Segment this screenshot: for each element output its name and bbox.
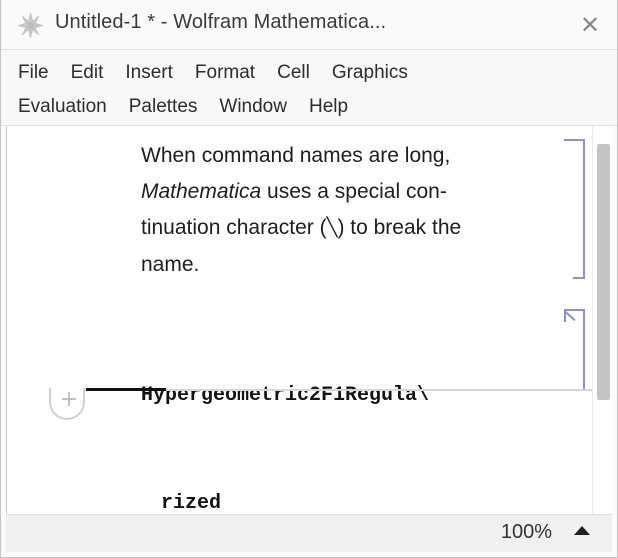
vertical-scrollbar[interactable]: [592, 126, 612, 514]
window-title: Untitled-1 * - Wolfram Mathematica...: [55, 11, 386, 34]
text-cell-line-3-after: ) to break the: [337, 216, 461, 239]
statusbar: 100%: [6, 514, 612, 552]
menu-item-evaluation[interactable]: Evaluation: [18, 96, 107, 118]
text-cell[interactable]: When command names are long, Mathematica…: [141, 138, 536, 283]
horizontal-scrollbar[interactable]: [14, 523, 484, 543]
plus-icon: +: [59, 390, 79, 410]
cell-bracket-text[interactable]: [573, 139, 585, 279]
input-cell-line-2: rized: [161, 492, 221, 514]
continuation-character-icon: ╲: [327, 217, 338, 238]
titlebar: Untitled-1 * - Wolfram Mathematica... ✕: [0, 0, 618, 50]
text-cell-line-4: name.: [141, 247, 536, 283]
mathematica-spikey-icon: [18, 13, 43, 38]
menubar-row-1: File Edit Insert Format Cell Graphics: [0, 56, 618, 90]
menu-item-window[interactable]: Window: [219, 96, 287, 118]
vertical-scrollbar-thumb[interactable]: [597, 144, 610, 400]
add-cell-button[interactable]: +: [49, 388, 85, 420]
menu-item-format[interactable]: Format: [195, 62, 255, 84]
menu-item-cell[interactable]: Cell: [277, 62, 310, 84]
menubar: File Edit Insert Format Cell Graphics Ev…: [0, 50, 618, 126]
insertion-guide-line: [166, 389, 601, 391]
cell-bracket-input-flag: [564, 309, 577, 322]
mathematica-window: Untitled-1 * - Wolfram Mathematica... ✕ …: [0, 0, 618, 558]
zoom-level[interactable]: 100%: [501, 521, 552, 544]
menubar-row-2: Evaluation Palettes Window Help: [0, 90, 618, 124]
menu-item-edit[interactable]: Edit: [71, 62, 104, 84]
text-cell-line-2-rest: uses a special con-: [261, 180, 447, 203]
text-cell-line-2: Mathematica uses a special con-: [141, 174, 536, 210]
menu-item-help[interactable]: Help: [309, 96, 348, 118]
menu-item-graphics[interactable]: Graphics: [332, 62, 408, 84]
close-icon[interactable]: ✕: [574, 9, 606, 41]
text-cell-line-1: When command names are long,: [141, 138, 536, 174]
insertion-caret-line: [86, 388, 166, 391]
menu-item-file[interactable]: File: [18, 62, 49, 84]
menu-item-palettes[interactable]: Palettes: [129, 96, 198, 118]
cell-bracket-text-tick: [564, 139, 576, 141]
mathematica-emphasis: Mathematica: [141, 180, 261, 203]
text-cell-line-3-before: tinuation character (: [141, 216, 327, 239]
text-cell-line-3: tinuation character (╲) to break the: [141, 210, 536, 247]
notebook-content-area[interactable]: When command names are long, Mathematica…: [6, 126, 612, 514]
input-cell-line-2-wrap: rized: [141, 486, 541, 514]
menu-item-insert[interactable]: Insert: [125, 62, 173, 84]
triangle-up-icon[interactable]: [574, 526, 590, 535]
insertion-point[interactable]: +: [49, 388, 609, 428]
